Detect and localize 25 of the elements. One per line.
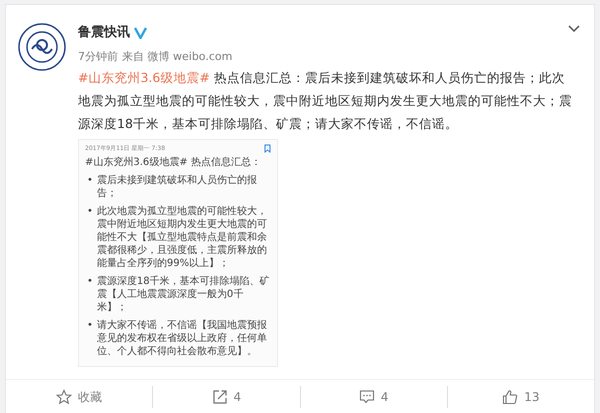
bullet-text: 此次地震为孤立型地震的可能性较大，震中附近地区短期内发生更大地震的可能性不大【孤立型地震特点是前震和余震都很稀少，且强度低，主震所释放的能量占全序列的99%以上】； — [96, 205, 268, 270]
post-text: #山东兖州3.6级地震# 热点信息汇总：震后未接到建筑破坏和人员伤亡的报告；此次地震为孤立型地震的可能性较大，震中附近地区短期内发生更大地震的可能性不大；震源深度18千米，基本可排除塌陷、矿震；请大家不传谣，不信谣。 — [78, 69, 573, 133]
comment-button[interactable]: 4 — [300, 386, 447, 408]
post-source: 来自 微博 weibo.com — [122, 48, 232, 64]
bullet-text: 震后未接到建筑破坏和人员伤亡的报告； — [96, 174, 258, 200]
like-button[interactable]: 13 — [446, 386, 594, 408]
chevron-down-icon[interactable] — [568, 25, 580, 33]
post-time[interactable]: 7分钟前 — [78, 48, 118, 65]
author-name[interactable]: 鲁震快讯 — [78, 23, 130, 42]
bullet-text: 请大家不传谣，不信谣【我国地震预报意见的发布权在省级以上政府，任何单位、个人都不得向社会散布意见】。 — [96, 319, 268, 358]
comment-icon — [358, 388, 375, 404]
repost-button[interactable]: 4 — [152, 386, 300, 408]
topic-link[interactable]: #山东兖州3.6级地震# — [78, 70, 210, 85]
image-heading: #山东兖州3.6级地震# 热点信息汇总： — [85, 156, 262, 170]
star-icon — [56, 388, 72, 404]
bullet-text: 震源深度18千米，基本可排除塌陷、矿震【人工地震震源深度一般为0千米】； — [96, 275, 271, 314]
favorite-button[interactable]: 收藏 — [6, 386, 152, 408]
logo-icon — [18, 23, 66, 71]
share-icon — [212, 388, 228, 404]
bookmark-icon — [264, 144, 271, 153]
bullet-marker: • — [87, 174, 93, 188]
bullet-marker: • — [87, 275, 93, 289]
thumbs-up-icon — [502, 388, 518, 404]
bullet-marker: • — [87, 205, 93, 219]
bullet-marker: • — [87, 319, 93, 333]
